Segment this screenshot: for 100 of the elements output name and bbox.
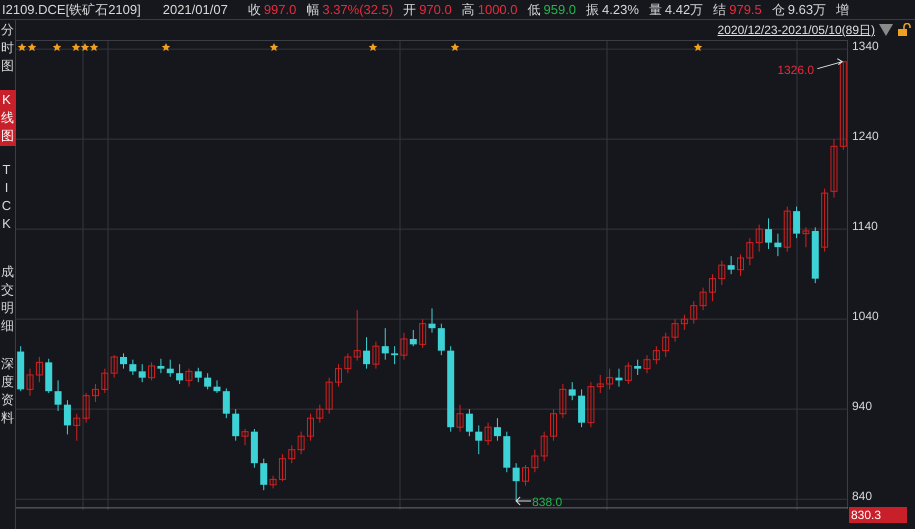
candlestick xyxy=(784,206,791,252)
candlestick xyxy=(260,458,268,491)
field-label: 仓 xyxy=(772,0,785,19)
candlestick xyxy=(568,382,576,401)
field-value: 3.37%(32.5) xyxy=(322,0,394,19)
candlestick xyxy=(157,358,164,374)
candlestick xyxy=(242,428,249,446)
candlestick xyxy=(166,359,174,378)
candlestick xyxy=(344,352,352,374)
field-label: 增 xyxy=(836,0,850,19)
candlestick xyxy=(316,404,324,424)
candlestick xyxy=(615,368,622,388)
candlestick xyxy=(138,364,146,383)
candlestick xyxy=(232,408,240,442)
candlestick xyxy=(793,206,800,239)
candlestick xyxy=(718,260,726,286)
candlestick xyxy=(278,454,286,482)
field-label: 振 xyxy=(586,0,600,19)
sidebar-tab[interactable]: K线图 xyxy=(0,90,16,146)
candlestick xyxy=(606,368,614,390)
sidebar-tab[interactable]: 分时图 xyxy=(0,20,16,76)
candlestick xyxy=(830,138,838,198)
high-price-label: 1326.0 xyxy=(777,62,814,79)
candlestick xyxy=(540,431,548,462)
candlestick xyxy=(644,354,651,374)
candlestick xyxy=(54,380,62,412)
candlestick xyxy=(494,418,501,442)
field-label: 高 xyxy=(462,0,475,19)
sidebar-tab[interactable]: 深度资料 xyxy=(0,354,16,428)
candlestick xyxy=(765,218,772,250)
date-range-link[interactable]: 2020/12/23-2021/05/10(89日) xyxy=(718,21,875,39)
candlestick xyxy=(690,300,698,324)
candlestick xyxy=(728,256,735,275)
candlestick xyxy=(746,238,754,266)
star-icon xyxy=(52,43,62,52)
candlestick xyxy=(270,475,277,489)
candlestick xyxy=(662,332,670,358)
price-axis-label: 1240 xyxy=(852,128,879,146)
candlestick xyxy=(700,287,707,311)
candlestick xyxy=(306,413,314,442)
candlestick xyxy=(363,336,370,370)
star-icon xyxy=(72,43,80,52)
candlestick xyxy=(110,354,118,378)
star-icon xyxy=(450,43,460,52)
star-icon xyxy=(18,43,26,52)
quote-date: 2021/01/07 xyxy=(162,0,228,19)
candlestick xyxy=(756,224,763,252)
current-price-tag: 830.3 xyxy=(849,506,907,523)
high-marker-arrow xyxy=(816,58,844,70)
candlestick xyxy=(531,449,538,473)
star-icon xyxy=(368,43,378,52)
field-label: 结 xyxy=(713,0,726,19)
candlestick xyxy=(475,424,482,455)
star-icon xyxy=(90,43,98,52)
candlestick xyxy=(596,374,604,394)
candlestick xyxy=(120,352,128,370)
candlestick xyxy=(466,408,473,437)
candlestick xyxy=(298,431,305,455)
candlestick xyxy=(176,364,184,384)
star-icon xyxy=(80,43,90,52)
field-value: 997.0 xyxy=(264,0,296,19)
candlestick xyxy=(372,341,380,370)
candlestick xyxy=(419,318,426,348)
price-axis-label: 1140 xyxy=(852,218,878,236)
sidebar-tab[interactable]: 成交明细 xyxy=(0,262,16,336)
candlestick xyxy=(634,359,642,376)
price-axis-label: 1040 xyxy=(852,308,879,326)
candlestick xyxy=(400,332,408,360)
candlestick xyxy=(438,323,445,356)
candlestick xyxy=(456,404,464,432)
candlestick xyxy=(335,364,342,388)
field-value: 959.0 xyxy=(544,0,576,19)
candlestick xyxy=(672,318,679,342)
price-axis-label: 1340 xyxy=(852,38,879,56)
candlestick xyxy=(36,356,43,383)
candlestick xyxy=(512,462,520,502)
instrument-symbol: I2109.DCE[铁矿石2109] xyxy=(2,0,141,19)
candlestick xyxy=(410,329,417,347)
sidebar-tab[interactable]: TICK xyxy=(0,160,16,234)
low-price-label: 838.0 xyxy=(532,494,562,511)
field-value: 970.0 xyxy=(419,0,452,19)
dropdown-triangle-icon[interactable] xyxy=(879,24,893,36)
star-icon xyxy=(162,43,170,52)
field-label: 幅 xyxy=(306,0,320,19)
field-value: 4.23% xyxy=(602,0,639,19)
star-icon xyxy=(270,43,278,52)
candlestick xyxy=(840,61,847,150)
candlestick xyxy=(148,362,156,381)
candlestick xyxy=(185,368,192,388)
candlestick xyxy=(652,346,660,365)
star-icon xyxy=(28,43,36,52)
candlestick xyxy=(484,422,492,446)
candlestick xyxy=(802,226,810,248)
candlestick xyxy=(129,359,136,376)
candlestick xyxy=(736,254,744,276)
lock-icon[interactable] xyxy=(897,23,911,37)
field-label: 开 xyxy=(403,0,416,19)
candlestick xyxy=(522,464,529,486)
candlestick xyxy=(550,408,558,442)
candlestick xyxy=(428,308,436,334)
